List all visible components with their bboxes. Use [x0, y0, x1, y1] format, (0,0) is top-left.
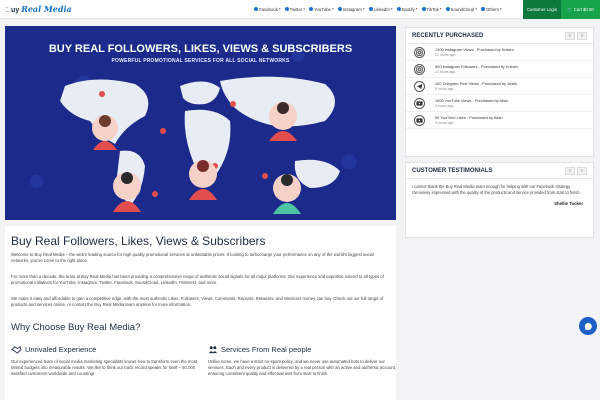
- nav-item-linkedin[interactable]: LinkedIn ▾: [368, 7, 393, 12]
- main-content: Buy Real Followers, Likes, Views & Subsc…: [5, 226, 396, 400]
- hero-subtitle: POWERFUL PROMOTIONAL SERVICES FOR ALL SO…: [111, 58, 290, 64]
- recently-purchased-panel: RECENTLY PURCHASED ‹ › 1300 Instagram Vi…: [405, 27, 594, 157]
- testimonials-panel: CUSTOMER TESTIMONIALS ‹ › I cannot thank…: [405, 162, 594, 238]
- testimonials-title: CUSTOMER TESTIMONIALS: [412, 167, 493, 174]
- tiktok-icon: [421, 7, 426, 11]
- pin-icon: [99, 91, 105, 97]
- instagram-icon: [414, 46, 425, 58]
- recently-purchased-header: RECENTLY PURCHASED ‹ ›: [406, 28, 593, 44]
- next-arrow-icon[interactable]: ›: [577, 166, 587, 175]
- purchase-text: 1000 YouTube Views - Purchased by Allan: [435, 98, 509, 103]
- youtube-icon: [414, 114, 425, 126]
- intro-paragraph: Welcome to Buy Real Media – the web’s le…: [11, 252, 374, 263]
- twitter-icon: [284, 7, 289, 11]
- person-illustration: [113, 172, 141, 212]
- carousel-controls: ‹ ›: [565, 166, 587, 175]
- testimonial-quote: I cannot thank the Buy Real Media team e…: [412, 184, 581, 195]
- feature-text: Unlike some, we have a strict no-spam po…: [208, 359, 397, 376]
- list-item: 1300 Instagram Views - Purchased by Kris…: [406, 44, 593, 61]
- feature-text: Our experienced team of social media mar…: [11, 359, 198, 376]
- chevron-down-icon: ▾: [499, 7, 502, 11]
- facebook-icon: [254, 7, 258, 11]
- others-icon: [480, 7, 485, 11]
- chevron-down-icon: ▾: [303, 7, 306, 11]
- people-icon: [208, 345, 218, 354]
- chevron-down-icon: ▾: [331, 7, 334, 11]
- history-paragraph: For more than a decade, the team at Buy …: [11, 274, 384, 285]
- pin-icon: [160, 128, 166, 134]
- logo[interactable]: Buy Real Media: [4, 4, 72, 14]
- person-illustration: [189, 160, 217, 200]
- purchase-time: 9 hours ago: [435, 121, 454, 125]
- purchase-time: 8 hours ago: [435, 87, 454, 91]
- nav-item-facebook[interactable]: Facebook ▾: [254, 7, 281, 12]
- feature-heading: Unrivaled Experience: [11, 345, 96, 354]
- carousel-controls: ‹ ›: [565, 31, 587, 40]
- nav-item-spotify[interactable]: Spotify ▾: [396, 7, 418, 12]
- nav-item-instagram[interactable]: Instagram ▾: [337, 7, 365, 12]
- chevron-down-icon: ▾: [475, 7, 477, 11]
- feature-heading: Services From Real people: [208, 345, 311, 354]
- person-illustration: [92, 115, 118, 150]
- purchase-time: 21 hours ago: [435, 53, 456, 57]
- list-item: 50 YouTube Likes - Purchased by Allan 9 h…: [406, 112, 593, 129]
- chevron-down-icon: ▾: [390, 7, 393, 11]
- cart-button[interactable]: 🛒 Cart $0.00: [561, 0, 600, 19]
- chevron-down-icon: ▾: [362, 7, 365, 11]
- world-map-illustration: [60, 76, 340, 214]
- prev-arrow-icon[interactable]: ‹: [565, 31, 575, 40]
- list-item: 100 Telegram Post Views - Purchased by J…: [406, 78, 593, 95]
- purchase-text: 500 Instagram Followers - Purchased by K…: [435, 64, 519, 69]
- chevron-down-icon: ▾: [415, 7, 418, 11]
- purchase-text: 100 Telegram Post Views - Purchased by J…: [435, 81, 518, 86]
- soundcloud-icon: [445, 7, 450, 11]
- purchase-time: 9 hours ago: [435, 104, 454, 108]
- testimonials-header: CUSTOMER TESTIMONIALS ‹ ›: [406, 163, 593, 179]
- spotify-icon: [396, 7, 401, 11]
- instagram-icon: [414, 63, 425, 75]
- chat-button[interactable]: [579, 317, 597, 335]
- youtube-icon: [414, 97, 425, 109]
- offer-paragraph: We make it easy and affordable to gain a…: [11, 296, 384, 307]
- handshake-icon: [11, 345, 22, 354]
- nav-item-others[interactable]: Others ▾: [480, 7, 502, 12]
- chat-bubble-icon: [584, 322, 592, 331]
- linkedin-icon: [368, 7, 373, 11]
- youtube-icon: [309, 7, 314, 11]
- page-title: Buy Real Followers, Likes, Views & Subsc…: [11, 234, 266, 248]
- testimonial-author: Shellie Tucker: [554, 201, 583, 206]
- nav-menu: Facebook ▾ Twitter ▾ YouTube ▾ Instagram ▾ L…: [254, 7, 502, 12]
- purchase-text: 50 YouTube Likes - Purchased by Allan: [435, 115, 503, 120]
- nav-item-soundcloud[interactable]: SoundCloud ▾: [445, 7, 477, 12]
- telegram-icon: [414, 80, 425, 92]
- customer-login-button[interactable]: Customer Login: [523, 0, 561, 19]
- pin-icon: [230, 101, 236, 107]
- logo-text: Buy Real Media: [6, 4, 72, 14]
- prev-arrow-icon[interactable]: ‹: [565, 166, 575, 175]
- purchase-text: 1300 Instagram Views - Purchased by Kris…: [435, 47, 514, 52]
- purchase-time: 21 hours ago: [435, 70, 456, 74]
- person-illustration: [273, 174, 301, 214]
- pin-icon: [262, 173, 268, 179]
- person-illustration: [269, 102, 297, 141]
- recently-purchased-title: RECENTLY PURCHASED: [412, 32, 484, 39]
- top-nav: Buy Real Media Facebook ▾ Twitter ▾ YouTub…: [0, 0, 600, 19]
- list-item: 1000 YouTube Views - Purchased by Allan 9…: [406, 95, 593, 112]
- pin-icon: [152, 191, 158, 197]
- hero-banner: BUY REAL FOLLOWERS, LIKES, VIEWS & SUBSC…: [5, 26, 396, 220]
- hero-title: BUY REAL FOLLOWERS, LIKES, VIEWS & SUBSC…: [48, 43, 353, 55]
- section-heading: Why Choose Buy Real Media?: [11, 322, 141, 333]
- nav-item-tiktok[interactable]: TikTok ▾: [421, 7, 442, 12]
- instagram-icon: [337, 7, 342, 11]
- list-item: 500 Instagram Followers - Purchased by K…: [406, 61, 593, 78]
- nav-item-twitter[interactable]: Twitter ▾: [284, 7, 306, 12]
- nav-item-youtube[interactable]: YouTube ▾: [309, 7, 334, 12]
- chevron-down-icon: ▾: [439, 7, 442, 11]
- chevron-down-icon: ▾: [278, 7, 281, 11]
- next-arrow-icon[interactable]: ›: [577, 31, 587, 40]
